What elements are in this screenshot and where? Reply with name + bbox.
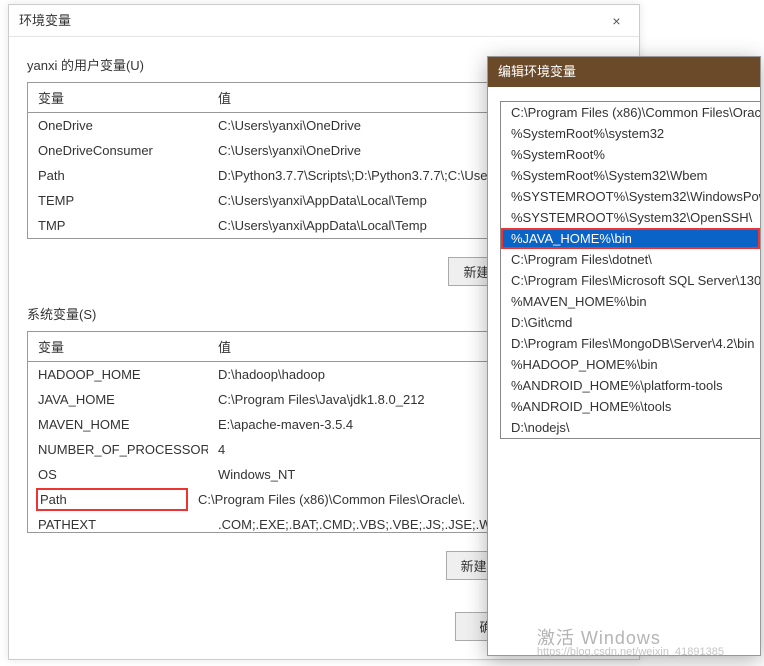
path-entry[interactable]: %SYSTEMROOT%\System32\OpenSSH\ — [501, 207, 760, 228]
var-name: TMP — [28, 216, 208, 235]
var-name: NUMBER_OF_PROCESSORS — [28, 440, 208, 459]
var-name: TEMP — [28, 191, 208, 210]
path-entry[interactable]: %SYSTEMROOT%\System32\WindowsPowerS — [501, 186, 760, 207]
dialog-title: 环境变量 — [19, 13, 71, 28]
path-entry[interactable]: C:\Program Files (x86)\Common Files\Orac… — [501, 102, 760, 123]
path-entry[interactable]: %JAVA_HOME%\bin — [501, 228, 760, 249]
var-name: OneDrive — [28, 116, 208, 135]
path-entry[interactable]: %HADOOP_HOME%\bin — [501, 354, 760, 375]
var-name: MAVEN_HOME — [28, 415, 208, 434]
path-entry[interactable]: %ANDROID_HOME%\tools — [501, 396, 760, 417]
edit-env-var-dialog: 编辑环境变量 C:\Program Files (x86)\Common Fil… — [487, 56, 761, 656]
edit-dialog-title: 编辑环境变量 — [488, 57, 760, 87]
var-name: Path — [36, 488, 188, 511]
var-name: OS — [28, 465, 208, 484]
path-entry[interactable]: %ANDROID_HOME%\platform-tools — [501, 375, 760, 396]
path-entries-list[interactable]: C:\Program Files (x86)\Common Files\Orac… — [500, 101, 760, 439]
edit-dialog-body: C:\Program Files (x86)\Common Files\Orac… — [488, 87, 760, 449]
path-entry[interactable]: C:\Program Files\Microsoft SQL Server\13… — [501, 270, 760, 291]
close-button[interactable]: × — [594, 5, 639, 37]
path-entry[interactable]: %SystemRoot%\System32\Wbem — [501, 165, 760, 186]
path-entry[interactable]: %MAVEN_HOME%\bin — [501, 291, 760, 312]
col-variable[interactable]: 变量 — [28, 332, 208, 361]
path-entry[interactable]: D:\Git\cmd — [501, 312, 760, 333]
path-entry[interactable]: D:\Program Files\MongoDB\Server\4.2\bin — [501, 333, 760, 354]
path-entry[interactable]: C:\Program Files\dotnet\ — [501, 249, 760, 270]
var-name: JAVA_HOME — [28, 390, 208, 409]
col-variable[interactable]: 变量 — [28, 83, 208, 112]
path-entry[interactable]: %SystemRoot%\system32 — [501, 123, 760, 144]
var-name: Path — [28, 166, 208, 185]
var-name: PATHEXT — [28, 515, 208, 532]
path-entry[interactable]: D:\nodejs\ — [501, 417, 760, 438]
path-entry[interactable]: %SystemRoot% — [501, 144, 760, 165]
dialog-titlebar: 环境变量 × — [9, 5, 639, 37]
var-name: HADOOP_HOME — [28, 365, 208, 384]
var-name: OneDriveConsumer — [28, 141, 208, 160]
